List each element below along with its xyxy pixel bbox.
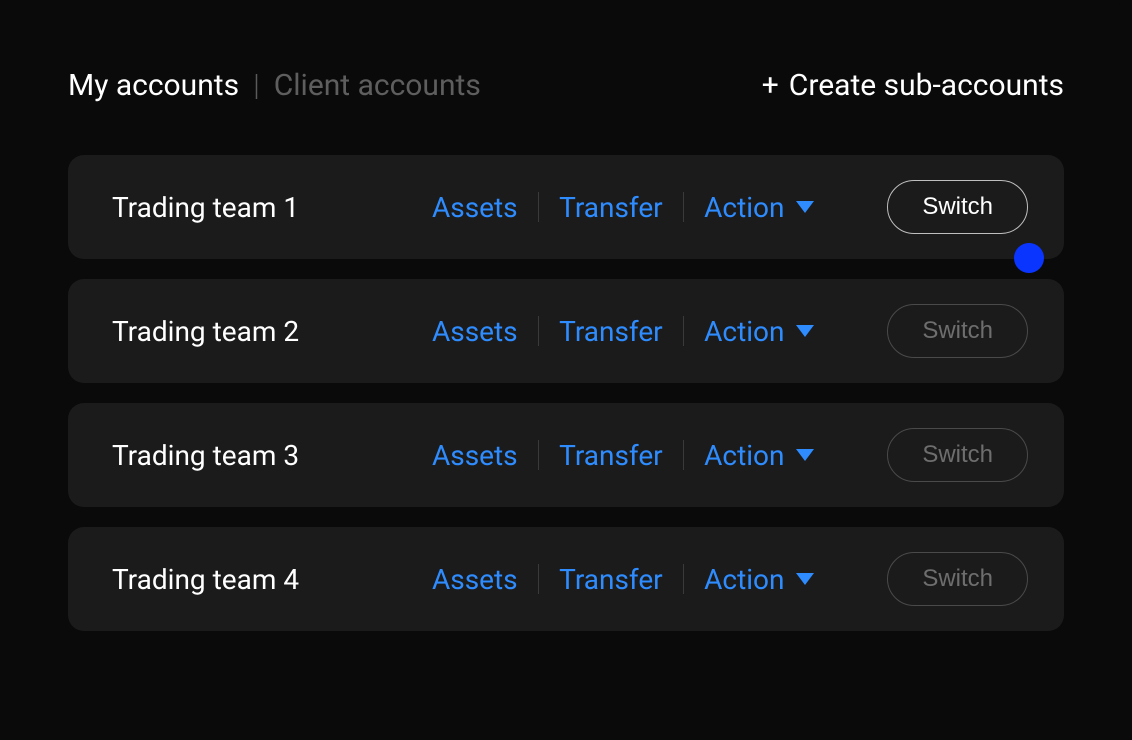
chevron-down-icon: [796, 201, 814, 213]
assets-link[interactable]: Assets: [432, 563, 518, 596]
account-name: Trading team 2: [112, 315, 432, 348]
transfer-link[interactable]: Transfer: [559, 563, 663, 596]
link-divider: [538, 316, 540, 346]
action-label: Action: [704, 439, 784, 472]
link-divider: [683, 316, 685, 346]
accounts-panel: My accounts | Client accounts + Create s…: [0, 0, 1132, 740]
account-row: Trading team 1 Assets Transfer Action Sw…: [68, 155, 1064, 259]
assets-link[interactable]: Assets: [432, 315, 518, 348]
link-divider: [683, 564, 685, 594]
switch-button[interactable]: Switch: [887, 304, 1028, 358]
row-links: Assets Transfer Action: [432, 315, 863, 348]
chevron-down-icon: [796, 449, 814, 461]
account-row: Trading team 2 Assets Transfer Action Sw…: [68, 279, 1064, 383]
tab-my-accounts[interactable]: My accounts: [68, 68, 239, 103]
chevron-down-icon: [796, 325, 814, 337]
panel-header: My accounts | Client accounts + Create s…: [68, 68, 1064, 103]
action-dropdown[interactable]: Action: [704, 315, 814, 348]
action-dropdown[interactable]: Action: [704, 563, 814, 596]
account-tabs: My accounts | Client accounts: [68, 68, 481, 103]
switch-button[interactable]: Switch: [887, 428, 1028, 482]
transfer-link[interactable]: Transfer: [559, 315, 663, 348]
tab-divider: |: [253, 68, 260, 103]
link-divider: [683, 440, 685, 470]
account-rows: Trading team 1 Assets Transfer Action Sw…: [68, 155, 1064, 631]
action-dropdown[interactable]: Action: [704, 439, 814, 472]
link-divider: [538, 192, 540, 222]
link-divider: [538, 440, 540, 470]
account-row: Trading team 4 Assets Transfer Action Sw…: [68, 527, 1064, 631]
assets-link[interactable]: Assets: [432, 191, 518, 224]
action-label: Action: [704, 315, 784, 348]
plus-icon: +: [762, 71, 779, 101]
switch-button[interactable]: Switch: [887, 180, 1028, 234]
action-label: Action: [704, 191, 784, 224]
create-sub-accounts-label: Create sub-accounts: [789, 68, 1064, 103]
active-indicator-dot: [1014, 243, 1044, 273]
row-links: Assets Transfer Action: [432, 439, 863, 472]
assets-link[interactable]: Assets: [432, 439, 518, 472]
action-label: Action: [704, 563, 784, 596]
row-links: Assets Transfer Action: [432, 191, 863, 224]
account-name: Trading team 3: [112, 439, 432, 472]
switch-button[interactable]: Switch: [887, 552, 1028, 606]
tab-client-accounts[interactable]: Client accounts: [274, 68, 481, 103]
action-dropdown[interactable]: Action: [704, 191, 814, 224]
transfer-link[interactable]: Transfer: [559, 191, 663, 224]
transfer-link[interactable]: Transfer: [559, 439, 663, 472]
link-divider: [538, 564, 540, 594]
row-links: Assets Transfer Action: [432, 563, 863, 596]
account-name: Trading team 4: [112, 563, 432, 596]
link-divider: [683, 192, 685, 222]
create-sub-accounts-button[interactable]: + Create sub-accounts: [762, 68, 1064, 103]
account-name: Trading team 1: [112, 191, 432, 224]
account-row: Trading team 3 Assets Transfer Action Sw…: [68, 403, 1064, 507]
chevron-down-icon: [796, 573, 814, 585]
